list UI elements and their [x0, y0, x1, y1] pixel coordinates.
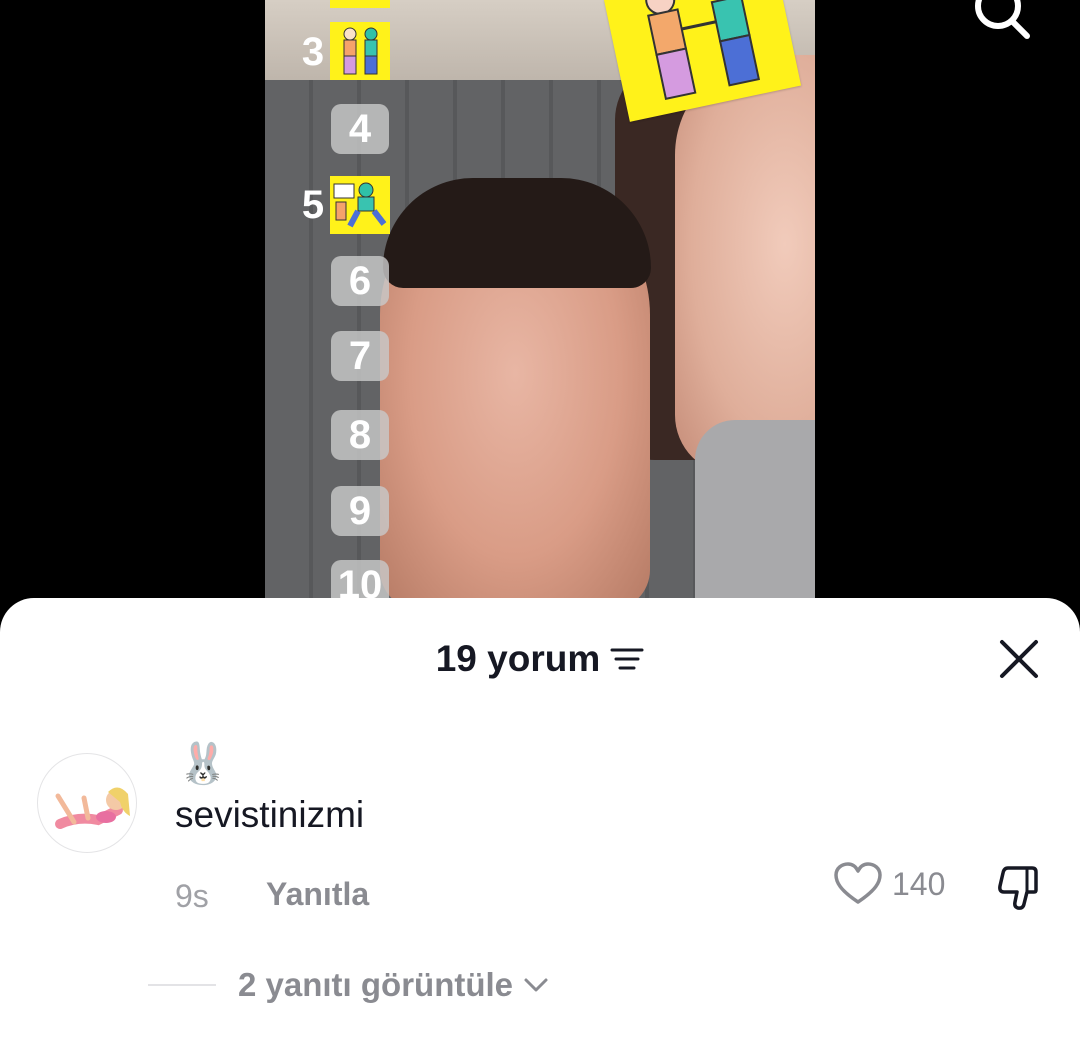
replies-divider	[148, 984, 216, 986]
comment-author-name[interactable]: 🐰	[178, 740, 228, 788]
ranking-item-3-picture	[330, 22, 390, 80]
search-icon[interactable]	[970, 0, 1032, 42]
ranking-item-5-picture	[330, 176, 390, 234]
avatar-illustration	[55, 787, 130, 829]
ranking-item-7: 7	[331, 331, 389, 381]
close-icon[interactable]	[998, 638, 1040, 680]
ranking-item-5-number: 5	[301, 183, 325, 227]
dislike-icon[interactable]	[994, 864, 1044, 912]
comments-header: 19 yorum	[0, 638, 1080, 680]
ranking-item-8: 8	[331, 410, 389, 460]
couple-sleeping-icon	[333, 182, 387, 228]
ranking-item-4: 4	[331, 104, 389, 154]
view-replies-label: 2 yanıtı görüntüle	[238, 966, 514, 1003]
comments-sheet: 19 yorum 🐰 sevistinizmi 9s Yanıtla 140 2…	[0, 598, 1080, 1042]
video-person-left-hair	[383, 178, 651, 288]
comment-text: sevistinizmi	[175, 794, 365, 835]
video-person-right	[675, 55, 815, 475]
ranking-item-6: 6	[331, 256, 389, 306]
view-replies-button[interactable]: 2 yanıtı görüntüle	[148, 966, 549, 1004]
like-count: 140	[892, 865, 946, 902]
avatar[interactable]	[37, 753, 137, 853]
ranking-item-3-number: 3	[301, 30, 325, 74]
video-person-right-hoodie	[695, 420, 815, 610]
screen: 3 4 5 6 7 8 9 10 19 yorum 🐰 sevistinizmi…	[0, 0, 1080, 1042]
reply-button[interactable]: Yanıtla	[266, 876, 369, 913]
comments-count-title: 19 yorum	[435, 638, 601, 679]
ranking-list: 3 4 5 6 7 8 9 10	[265, 0, 405, 610]
comment-timestamp: 9s	[175, 878, 209, 914]
video-player[interactable]: 3 4 5 6 7 8 9 10	[265, 0, 815, 610]
heart-icon	[834, 862, 882, 904]
ranking-item-2-picture	[330, 0, 390, 8]
sort-icon[interactable]	[610, 644, 644, 674]
chevron-down-icon	[524, 978, 548, 992]
couple-holding-hands-icon	[343, 27, 378, 75]
like-button[interactable]: 140	[834, 862, 945, 906]
ranking-item-9: 9	[331, 486, 389, 536]
